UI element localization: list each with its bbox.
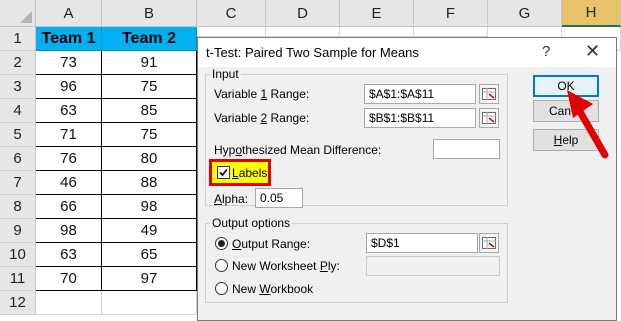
column-header-a[interactable]: A <box>36 0 102 27</box>
table-cell-team1[interactable]: 73 <box>36 51 102 75</box>
variable1-range-label: Variable 1 Range: <box>214 87 310 101</box>
table-cell-team1[interactable]: 66 <box>36 195 102 219</box>
new-worksheet-ply-input[interactable] <box>366 256 500 276</box>
close-icon[interactable]: ✕ <box>585 41 600 62</box>
output-range-radio[interactable] <box>215 237 228 250</box>
row-header[interactable]: 2 <box>0 51 36 75</box>
variable2-range-label: Variable 2 Range: <box>214 111 310 125</box>
hypothesized-mean-difference-input[interactable] <box>433 139 500 159</box>
table-cell-team1[interactable]: 46 <box>36 171 102 195</box>
row-header[interactable]: 7 <box>0 171 36 195</box>
table-cell-team2[interactable]: 65 <box>102 243 197 267</box>
row-header[interactable]: 8 <box>0 195 36 219</box>
new-workbook-label[interactable]: New Workbook <box>232 282 313 296</box>
table-cell-team2[interactable]: 49 <box>102 219 197 243</box>
output-options-label: Output options <box>210 216 293 230</box>
table-cell-team2[interactable]: 75 <box>102 123 197 147</box>
radio-selected-dot <box>218 240 225 247</box>
column-header-g[interactable]: G <box>488 0 562 27</box>
table-cell-empty[interactable] <box>266 27 340 37</box>
checkmark-icon <box>219 168 228 177</box>
row-header[interactable]: 11 <box>0 267 36 291</box>
arrow-shaft <box>575 106 609 159</box>
input-group-label: Input <box>210 67 241 81</box>
row-header[interactable]: 1 <box>0 27 36 51</box>
table-cell-team2[interactable]: 80 <box>102 147 197 171</box>
row-header[interactable]: 5 <box>0 123 36 147</box>
row-header[interactable]: 3 <box>0 75 36 99</box>
table-cell-empty[interactable] <box>340 27 414 37</box>
dialog-title: t-Test: Paired Two Sample for Means <box>206 45 419 60</box>
alpha-label: Alpha: <box>214 192 249 206</box>
labels-checkbox[interactable] <box>217 166 230 179</box>
alpha-input[interactable]: 0.05 <box>255 188 303 208</box>
dialog-titlebar[interactable]: t-Test: Paired Two Sample for Means ? ✕ <box>198 38 616 67</box>
table-cell-team2[interactable]: 75 <box>102 75 197 99</box>
range-select-button[interactable] <box>479 233 499 253</box>
new-workbook-radio[interactable] <box>215 282 228 295</box>
table-cell-team1[interactable]: 98 <box>36 219 102 243</box>
output-range-label[interactable]: Output Range: <box>232 237 310 251</box>
column-header-h[interactable]: H <box>562 0 621 27</box>
table-cell-team2[interactable]: 88 <box>102 171 197 195</box>
variable1-range-input[interactable]: $A$1:$A$11 <box>364 84 476 104</box>
range-picker-icon <box>482 237 496 249</box>
table-cell-empty[interactable] <box>197 27 266 37</box>
hypothesized-mean-difference-label: Hypothesized Mean Difference: <box>214 143 382 157</box>
variable2-range-input[interactable]: $B$1:$B$11 <box>364 108 476 128</box>
table-cell-team1[interactable]: 63 <box>36 99 102 123</box>
cell-a1-team1-header[interactable]: Team 1 <box>36 27 102 51</box>
table-cell-empty[interactable] <box>102 291 197 315</box>
new-worksheet-ply-label[interactable]: New Worksheet Ply: <box>232 259 340 273</box>
table-cell-team2[interactable]: 97 <box>102 267 197 291</box>
column-header-d[interactable]: D <box>266 0 340 27</box>
new-worksheet-ply-radio[interactable] <box>215 259 228 272</box>
help-icon[interactable]: ? <box>542 43 550 60</box>
labels-checkbox-label[interactable]: Labels <box>232 166 267 180</box>
ttest-dialog: t-Test: Paired Two Sample for Means ? ✕ … <box>197 37 617 321</box>
row-header[interactable]: 12 <box>0 291 36 315</box>
table-cell-team1[interactable]: 63 <box>36 243 102 267</box>
table-cell-team1[interactable]: 96 <box>36 75 102 99</box>
row-header[interactable]: 4 <box>0 99 36 123</box>
table-cell-team1[interactable]: 71 <box>36 123 102 147</box>
select-all-triangle-icon <box>20 11 32 23</box>
output-range-input[interactable]: $D$1 <box>366 233 478 253</box>
row-header[interactable]: 6 <box>0 147 36 171</box>
column-header-b[interactable]: B <box>102 0 197 27</box>
row-header[interactable]: 10 <box>0 243 36 267</box>
select-all-corner[interactable] <box>0 0 36 27</box>
table-cell-team1[interactable]: 76 <box>36 147 102 171</box>
table-cell-team1[interactable]: 70 <box>36 267 102 291</box>
range-select-button[interactable] <box>479 108 499 128</box>
cell-b1-team2-header[interactable]: Team 2 <box>102 27 197 51</box>
table-cell-team2[interactable]: 85 <box>102 99 197 123</box>
column-header-f[interactable]: F <box>414 0 488 27</box>
table-cell-empty[interactable] <box>414 27 488 37</box>
range-select-button[interactable] <box>479 84 499 104</box>
table-cell-empty[interactable] <box>36 291 102 315</box>
red-arrow-annotation <box>567 90 609 159</box>
table-cell-team2[interactable]: 98 <box>102 195 197 219</box>
column-header-c[interactable]: C <box>197 0 266 27</box>
range-picker-icon <box>482 112 496 124</box>
table-cell-team2[interactable]: 91 <box>102 51 197 75</box>
row-header[interactable]: 9 <box>0 219 36 243</box>
column-header-e[interactable]: E <box>340 0 414 27</box>
range-picker-icon <box>482 88 496 100</box>
